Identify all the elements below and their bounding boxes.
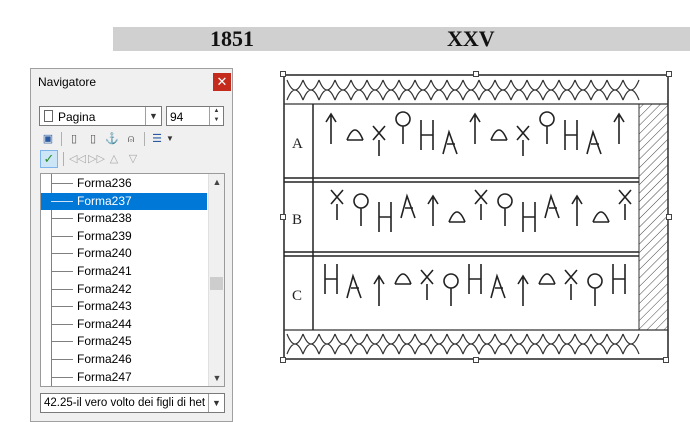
tree-item[interactable]: Forma238 [41,210,207,227]
header-icon[interactable]: ▯ [67,132,81,146]
resize-handle[interactable] [666,214,672,220]
hieroglyph-drawing: A B C [283,74,669,360]
tree-item-label: Forma244 [77,316,132,331]
tree-item-label: Forma243 [77,299,132,314]
navigator-panel: Navigatore ✕ Pagina ▼ 94 ▲ ▼ ▣ ▯ ▯ ⚓ ⍝ ☰… [30,68,233,422]
chevron-down-icon[interactable]: ▼ [166,132,174,146]
tree-branch [51,341,73,343]
tree-item[interactable]: Forma239 [41,228,207,245]
row-label-a: A [292,136,303,152]
tree-item[interactable]: Forma243 [41,298,207,315]
tree-item-label: Forma242 [77,281,132,296]
content-type-value: Pagina [58,110,96,124]
resize-handle[interactable] [473,357,479,363]
heading-levels-icon[interactable]: ☰ [150,132,164,146]
scrollbar[interactable]: ▲ ▼ [208,174,224,386]
resize-handle[interactable] [280,357,286,363]
toolbar-separator [61,132,62,146]
tree-branch [51,376,73,378]
next-chapter-icon[interactable]: ▷▷ [88,152,105,166]
navigator-tree[interactable]: Forma236 Forma237 Forma238 Forma239 Forma240… [40,173,225,387]
toggle-icon[interactable]: ▣ [41,132,55,146]
tree-branch [51,218,73,220]
scroll-thumb[interactable] [210,277,223,290]
page-number-spinner[interactable]: 94 ▲ ▼ [166,106,224,126]
tree-branch [51,359,73,360]
document-select-value: 42.25-il vero volto dei figli di het [44,397,206,409]
tree-branch [51,200,73,202]
tree-item[interactable]: Forma242 [41,281,207,298]
tree-item[interactable]: Forma237 [41,192,207,210]
tree-item-label: Forma241 [77,264,132,278]
spin-down-icon[interactable]: ▼ [210,116,223,125]
scroll-up-icon[interactable]: ▲ [209,174,224,190]
tree-branch [51,323,73,325]
row-label-c: C [292,288,302,304]
tree-branch [51,235,73,237]
anchor-icon[interactable]: ⚓ [105,132,119,146]
resize-handle[interactable] [280,71,286,77]
row-label-b: B [292,212,302,228]
tree-branch [51,288,73,290]
tree-item-label: Forma239 [77,228,132,243]
header-year: 1851 [210,26,254,51]
scroll-down-icon[interactable]: ▼ [209,370,224,386]
navigator-title: Navigatore [38,75,97,89]
hieroglyph-image[interactable]: A B C [280,71,672,363]
page-number-value: 94 [170,110,184,124]
tree-item[interactable]: Forma236 [41,175,207,192]
tree-branch [51,306,73,308]
tree-item-label: Forma247 [77,369,132,384]
tree-item-label: Forma236 [77,176,132,190]
spin-up-icon[interactable]: ▲ [210,107,223,116]
tree-item[interactable]: Forma241 [41,263,207,280]
tree-branch [51,271,73,272]
page-icon [44,110,53,122]
tree-item-label: Forma240 [77,246,132,261]
header-band [113,27,690,51]
resize-handle[interactable] [663,357,669,363]
content-type-select[interactable]: Pagina ▼ [39,106,162,126]
resize-handle[interactable] [666,71,672,77]
tree-item-label: Forma246 [77,352,132,366]
demote-icon[interactable]: ▽ [126,152,140,166]
tree-branch [51,183,73,184]
reminder-icon[interactable]: ⍝ [124,132,138,146]
toolbar-separator [144,132,145,146]
tree-item-label: Forma237 [77,193,132,208]
resize-handle[interactable] [473,71,479,77]
promote-icon[interactable]: △ [107,152,121,166]
tree-branch [51,253,73,255]
document-select[interactable]: 42.25-il vero volto dei figli di het ▼ [40,393,225,413]
tree-item[interactable]: Forma247 [41,369,207,386]
header-roman-numeral: XXV [447,26,495,51]
tree-item[interactable]: Forma245 [41,333,207,350]
tree-item[interactable]: Forma240 [41,245,207,262]
toolbar-separator [63,152,64,166]
chevron-down-icon[interactable]: ▼ [145,107,161,125]
tree-item-label: Forma238 [77,211,132,226]
tree-item[interactable]: Forma246 [41,351,207,368]
checkmark-icon[interactable]: ✓ [40,150,58,168]
chevron-down-icon[interactable]: ▼ [208,394,224,412]
resize-handle[interactable] [280,214,286,220]
tree-item-label: Forma245 [77,334,132,349]
previous-chapter-icon[interactable]: ◁◁ [69,152,86,166]
close-icon[interactable]: ✕ [213,73,231,91]
tree-item[interactable]: Forma244 [41,316,207,333]
footer-icon[interactable]: ▯ [86,132,100,146]
